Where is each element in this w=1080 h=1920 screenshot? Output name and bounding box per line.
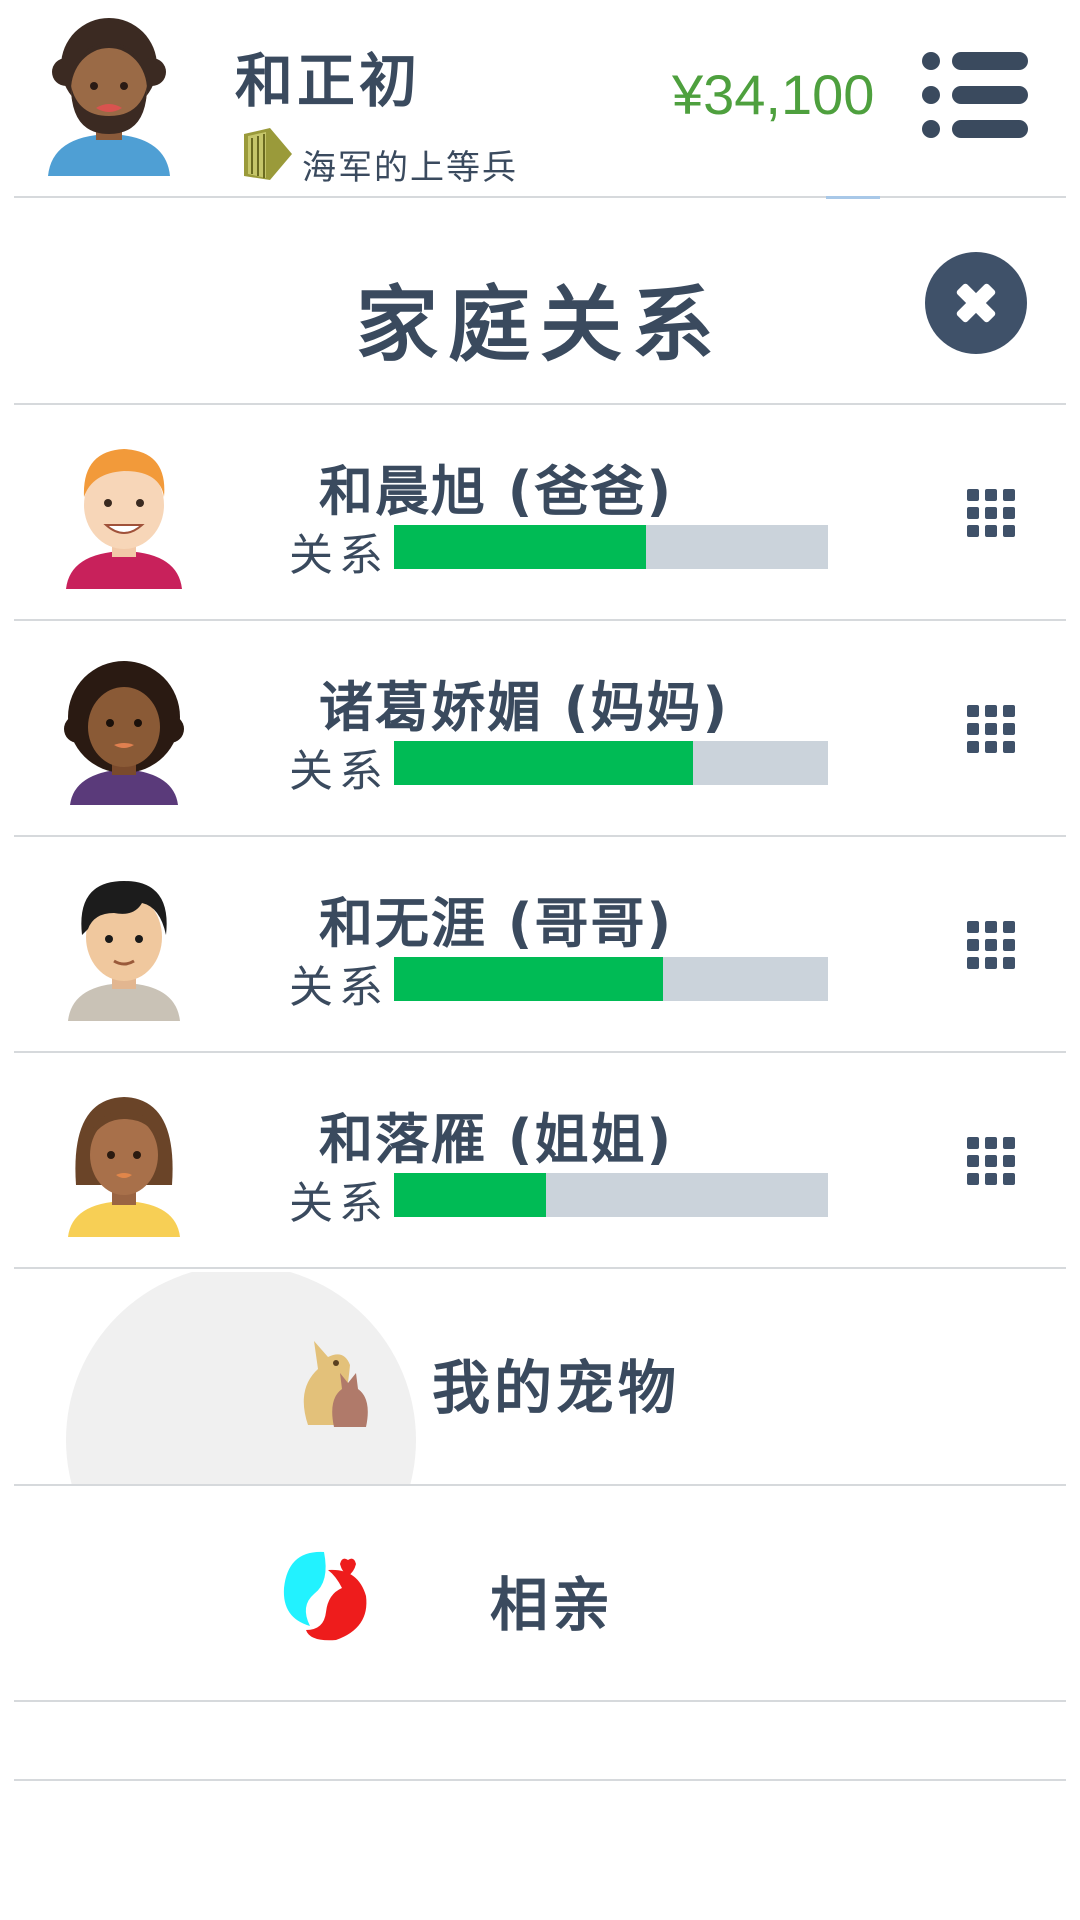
header-divider <box>14 196 1066 198</box>
grid-dot <box>967 939 979 951</box>
grid-dot <box>985 921 997 933</box>
grid-dot <box>1003 939 1015 951</box>
redhead-man-avatar <box>64 441 184 589</box>
close-button[interactable] <box>925 252 1027 354</box>
grid-dot <box>985 705 997 717</box>
family-row[interactable]: 和晨旭 (爸爸) 关系 <box>14 405 1066 619</box>
player-avatar[interactable] <box>44 16 174 176</box>
grid-dot <box>967 1173 979 1185</box>
relation-bar-fill <box>394 741 694 785</box>
relation-bar-fill <box>394 957 664 1001</box>
family-row[interactable]: 诸葛娇媚 (妈妈) 关系 <box>14 621 1066 835</box>
grid-dot <box>985 1137 997 1149</box>
tab-indicator <box>826 196 880 199</box>
player-rank: 海军的上等兵 <box>302 148 518 188</box>
grid-dot <box>985 489 997 501</box>
grid-dot <box>1003 489 1015 501</box>
family-member-name: 和晨旭 (爸爸) <box>319 460 674 523</box>
grid-dot <box>1003 741 1015 753</box>
family-row[interactable]: 和落雁 (姐姐) 关系 <box>14 1053 1066 1267</box>
grid-dot <box>967 525 979 537</box>
relation-bar <box>394 1173 828 1217</box>
family-member-name: 和无涯 (哥哥) <box>319 892 674 955</box>
hearts-couple-icon <box>280 1546 372 1642</box>
player-name: 和正初 <box>235 47 422 115</box>
family-member-name: 诸葛娇媚 (妈妈) <box>319 676 730 739</box>
bob-hair-girl-avatar <box>64 1089 184 1237</box>
dog-and-cat-icon <box>288 1329 378 1429</box>
family-member-name: 和落雁 (姐姐) <box>319 1108 674 1171</box>
money-balance: ¥34,100 <box>672 63 875 126</box>
list-menu-icon <box>922 52 940 70</box>
grid-dot <box>985 723 997 735</box>
grid-dot <box>967 705 979 717</box>
grid-dot <box>967 921 979 933</box>
grid-dot <box>1003 1155 1015 1167</box>
grid-dot <box>985 957 997 969</box>
grid-dot <box>985 939 997 951</box>
grid-dot <box>967 741 979 753</box>
menu-button[interactable] <box>922 52 1028 138</box>
grid-dot <box>967 957 979 969</box>
relation-label: 关系 <box>289 1178 389 1229</box>
dating-label: 相亲 <box>490 1571 615 1639</box>
pets-option[interactable]: 我的宠物 <box>14 1269 1066 1483</box>
grid-dot <box>985 507 997 519</box>
curly-hair-woman-avatar <box>64 657 184 805</box>
dialog-title: 家庭关系 <box>355 278 724 373</box>
grid-dot <box>985 525 997 537</box>
grid-dot <box>967 1137 979 1149</box>
rank-icon <box>238 124 296 184</box>
grid-dot <box>1003 1173 1015 1185</box>
relation-bar <box>394 525 828 569</box>
grid-menu-icon[interactable] <box>967 1137 1015 1185</box>
grid-dot <box>985 1173 997 1185</box>
grid-dot <box>967 723 979 735</box>
grid-dot <box>985 741 997 753</box>
grid-dot <box>1003 957 1015 969</box>
grid-menu-icon[interactable] <box>967 705 1015 753</box>
row-divider <box>14 1700 1066 1702</box>
grid-dot <box>1003 1137 1015 1149</box>
dating-option[interactable]: 相亲 <box>14 1486 1066 1700</box>
grid-dot <box>985 1155 997 1167</box>
relation-bar-fill <box>394 1173 546 1217</box>
bottom-divider <box>14 1779 1066 1781</box>
relation-label: 关系 <box>289 962 389 1013</box>
grid-dot <box>967 507 979 519</box>
relation-label: 关系 <box>289 746 389 797</box>
relation-bar-fill <box>394 525 646 569</box>
grid-dot <box>1003 723 1015 735</box>
relation-label: 关系 <box>289 530 389 581</box>
grid-dot <box>1003 525 1015 537</box>
grid-menu-icon[interactable] <box>967 921 1015 969</box>
grid-dot <box>967 489 979 501</box>
grid-dot <box>1003 507 1015 519</box>
family-row[interactable]: 和无涯 (哥哥) 关系 <box>14 837 1066 1051</box>
bearded-man-avatar-icon <box>48 18 170 176</box>
relation-bar <box>394 741 828 785</box>
grid-dot <box>1003 705 1015 717</box>
grid-dot <box>967 1155 979 1167</box>
pets-label: 我的宠物 <box>432 1354 681 1422</box>
relation-bar <box>394 957 828 1001</box>
grid-dot <box>1003 921 1015 933</box>
black-hair-boy-avatar <box>64 873 184 1021</box>
grid-menu-icon[interactable] <box>967 489 1015 537</box>
